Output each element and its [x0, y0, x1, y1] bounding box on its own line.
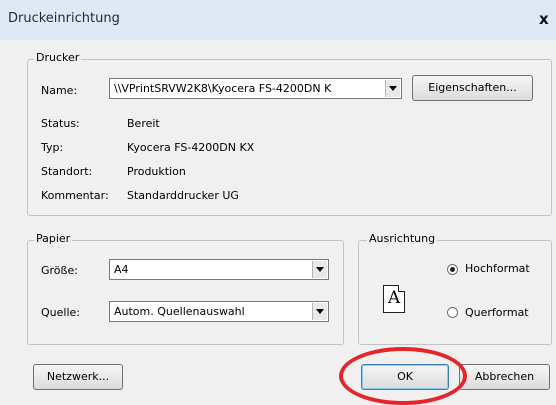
paper-group [27, 240, 344, 345]
location-value: Produktion [127, 165, 186, 178]
type-label: Typ: [41, 141, 64, 154]
printer-group-legend: Drucker [34, 51, 82, 64]
close-icon[interactable]: x [539, 10, 549, 28]
network-button[interactable]: Netzwerk... [33, 364, 123, 390]
printer-name-label: Name: [41, 84, 78, 97]
chevron-down-icon[interactable] [385, 80, 400, 97]
landscape-label[interactable]: Querformat [465, 306, 529, 319]
comment-label: Kommentar: [41, 189, 109, 202]
status-value: Bereit [127, 117, 160, 130]
printer-name-value: \\VPrintSRVW2K8\Kyocera FS-4200DN K [114, 82, 332, 95]
portrait-label[interactable]: Hochformat [465, 262, 530, 275]
cancel-button[interactable]: Abbrechen [459, 364, 550, 390]
window-title: Druckeinrichtung [8, 11, 120, 26]
paper-source-select[interactable]: Autom. Quellenauswahl [109, 301, 329, 322]
type-value: Kyocera FS-4200DN KX [127, 141, 255, 154]
chevron-down-icon[interactable] [312, 261, 327, 278]
page-icon-glyph: A [387, 288, 401, 308]
paper-size-label: Größe: [41, 264, 78, 277]
chevron-down-icon[interactable] [312, 303, 327, 320]
portrait-radio[interactable] [447, 264, 458, 275]
location-label: Standort: [41, 165, 93, 178]
ok-button[interactable]: OK [361, 364, 449, 390]
portrait-page-icon: A [383, 285, 405, 313]
paper-source-label: Quelle: [41, 306, 80, 319]
paper-source-value: Autom. Quellenauswahl [114, 305, 245, 318]
paper-size-value: A4 [114, 263, 129, 276]
printer-name-select[interactable]: \\VPrintSRVW2K8\Kyocera FS-4200DN K [109, 78, 402, 99]
properties-button[interactable]: Eigenschaften... [412, 75, 533, 101]
paper-group-legend: Papier [34, 232, 73, 245]
comment-value: Standarddrucker UG [127, 189, 239, 202]
paper-size-select[interactable]: A4 [109, 259, 329, 280]
orientation-group-legend: Ausrichtung [367, 232, 438, 245]
landscape-radio[interactable] [447, 307, 458, 318]
status-label: Status: [41, 117, 80, 130]
